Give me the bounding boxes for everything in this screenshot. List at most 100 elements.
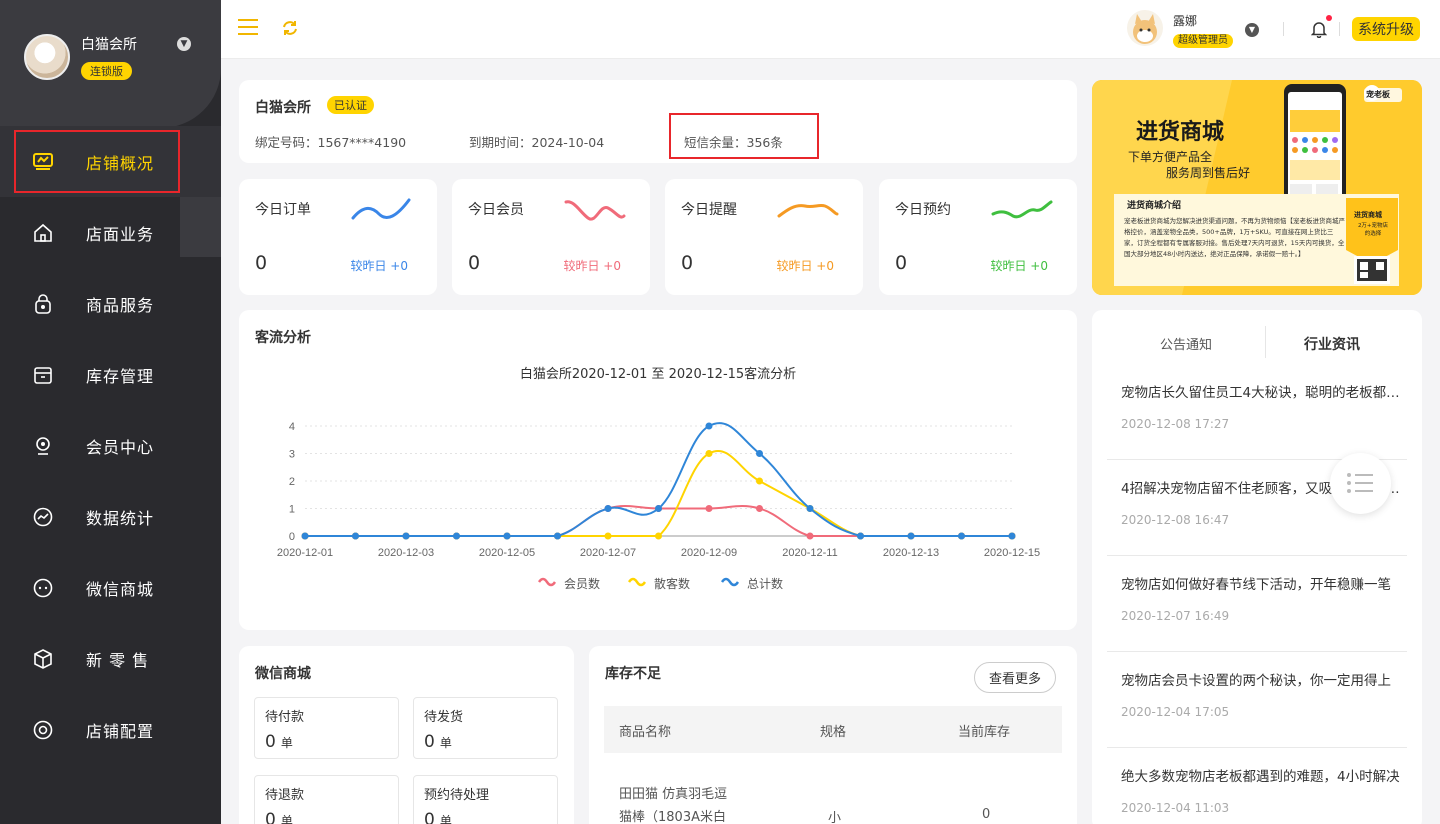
x-tick-label: 2020-12-11 [782,547,837,559]
upgrade-button[interactable]: 系统升级 [1352,17,1420,41]
sidebar-item-label: 会员中心 [86,437,155,457]
news-card: 公告通知 行业资讯 宠物店长久留住员工4大秘诀，聪明的老板都这样做 2020-1… [1092,310,1422,824]
menu-toggle-icon[interactable] [238,19,258,40]
sidebar-item-storefront[interactable]: 店面业务 [0,197,221,268]
news-item[interactable]: 宠物店如何做好春节线下活动，开年稳赚一笔 2020-12-07 16:49 [1107,556,1407,652]
x-tick-label: 2020-12-05 [479,547,535,559]
x-tick-label: 2020-12-01 [277,547,333,559]
highlight-box [14,130,180,193]
pending-shipment-box[interactable]: 待发货 0单 [413,697,558,759]
sidebar-item-label: 数据统计 [86,508,155,528]
tab-announcements[interactable]: 公告通知 [1160,334,1212,353]
home-icon [30,220,56,246]
bell-icon[interactable] [1311,20,1327,38]
box-icon [30,362,56,388]
stat-card-orders[interactable]: 今日订单 0 较昨日 +0 [239,179,437,295]
box-value: 0单 [265,732,293,752]
data-point [958,532,965,540]
sidebar-item-label: 商品服务 [86,295,155,315]
stat-card-appointments[interactable]: 今日预约 0 较昨日 +0 [879,179,1077,295]
sidebar-item-inventory[interactable]: 库存管理 [0,339,221,410]
ad-headline: 进货商城 [1136,120,1225,145]
sidebar-item-label: 微信商城 [86,579,155,599]
refresh-icon[interactable] [281,19,299,37]
shop-profile[interactable]: 白猫会所 连锁版 ▼ [0,0,221,128]
stat-value: 0 [468,252,481,274]
box-value: 0单 [424,810,452,824]
data-point [301,532,309,540]
card-title: 微信商城 [255,666,311,682]
legend-marker [627,577,647,587]
stat-compare: 较昨日 +0 [563,259,621,273]
pending-refund-box[interactable]: 待退款 0单 [254,775,399,824]
data-point [907,532,915,540]
legend-label: 散客数 [654,576,690,591]
news-title: 宠物店会员卡设置的两个秘诀，你一定用得上 [1121,673,1391,689]
stat-card-reminders[interactable]: 今日提醒 0 较昨日 +0 [665,179,863,295]
news-item[interactable]: 绝大多数宠物店老板都遇到的难题，4小时解决 2020-12-04 11:03 [1107,748,1407,824]
y-tick-label: 2 [289,476,295,488]
box-label: 待发货 [424,710,464,725]
settings-icon [30,717,56,743]
x-tick-label: 2020-12-09 [681,547,737,559]
stat-label: 今日会员 [468,202,524,218]
product-name: 猫棒（1803A米白 [619,810,726,824]
news-date: 2020-12-08 17:27 [1121,417,1230,431]
sidebar-item-overview[interactable]: 店铺概况 [0,126,221,197]
data-point [806,505,814,512]
ad-intro-title: 进货商城介绍 [1127,201,1182,211]
box-value: 0单 [424,732,452,752]
data-point [604,532,612,540]
table-row[interactable]: 田田猫 仿真羽毛逗 猫棒（1803A米白 小 0 [604,753,1062,824]
news-item[interactable]: 宠物店长久留住员工4大秘诀，聪明的老板都这样做 2020-12-08 17:27 [1107,364,1407,460]
news-date: 2020-12-04 17:05 [1121,705,1230,719]
stat-compare: 较昨日 +0 [776,259,834,273]
sidebar-item-statistics[interactable]: 数据统计 [0,481,221,552]
mall-ad-banner[interactable]: 进货商城 下单方便产品全 服务周到售后好 进货商城介绍 宠老板进货商城为您解决进… [1092,80,1422,295]
divider [1339,22,1340,36]
pending-payment-box[interactable]: 待付款 0单 [254,697,399,759]
ad-brand: 宠老板 [1366,90,1390,99]
stat-label: 今日预约 [895,202,951,218]
wechat-mall-card: 微信商城 待付款 0单 待发货 0单 待退款 0单 预约待处理 0单 [239,646,574,824]
floating-menu-button[interactable] [1330,453,1391,514]
pending-booking-box[interactable]: 预约待处理 0单 [413,775,558,824]
data-point [705,450,713,457]
stat-compare: 较昨日 +0 [350,259,408,273]
stat-card-members[interactable]: 今日会员 0 较昨日 +0 [452,179,650,295]
x-tick-label: 2020-12-07 [580,547,636,559]
box-value: 0单 [265,810,293,824]
user-name: 露娜 [1173,14,1198,28]
sidebar-item-settings[interactable]: 店铺配置 [0,694,221,765]
shop-info-title: 白猫会所 [255,100,311,116]
cube-icon [30,646,56,672]
chart-icon [30,504,56,530]
box-label: 待退款 [265,788,305,803]
box-label: 预约待处理 [424,788,490,803]
series-line [305,450,1012,537]
shop-name: 白猫会所 [81,37,137,53]
list-icon [1347,473,1373,493]
data-point [756,450,763,457]
chevron-down-icon[interactable]: ▼ [1245,23,1259,37]
chevron-down-icon[interactable]: ▼ [177,37,191,51]
edition-badge: 连锁版 [81,62,132,80]
series-line [305,422,1012,537]
ad-subline: 下单方便产品全 [1128,150,1213,164]
expire-date: 到期时间：2024-10-04 [469,135,605,150]
view-more-button[interactable]: 查看更多 [974,662,1057,693]
sidebar-item-wechat-mall[interactable]: 微信商城 [0,552,221,623]
sidebar-item-products[interactable]: 商品服务 [0,268,221,339]
news-item[interactable]: 宠物店会员卡设置的两个秘诀，你一定用得上 2020-12-04 17:05 [1107,652,1407,748]
legend-marker [720,577,740,587]
card-title: 库存不足 [605,666,661,682]
sidebar-item-new-retail[interactable]: 新 零 售 [0,623,221,694]
sidebar-item-members[interactable]: 会员中心 [0,410,221,481]
data-point [857,532,864,540]
tab-industry-news[interactable]: 行业资讯 [1304,334,1360,354]
stat-value: 0 [895,252,908,274]
data-point [756,505,763,512]
stat-label: 今日提醒 [681,202,737,218]
bag-icon [30,291,56,317]
user-avatar[interactable] [1127,10,1163,46]
